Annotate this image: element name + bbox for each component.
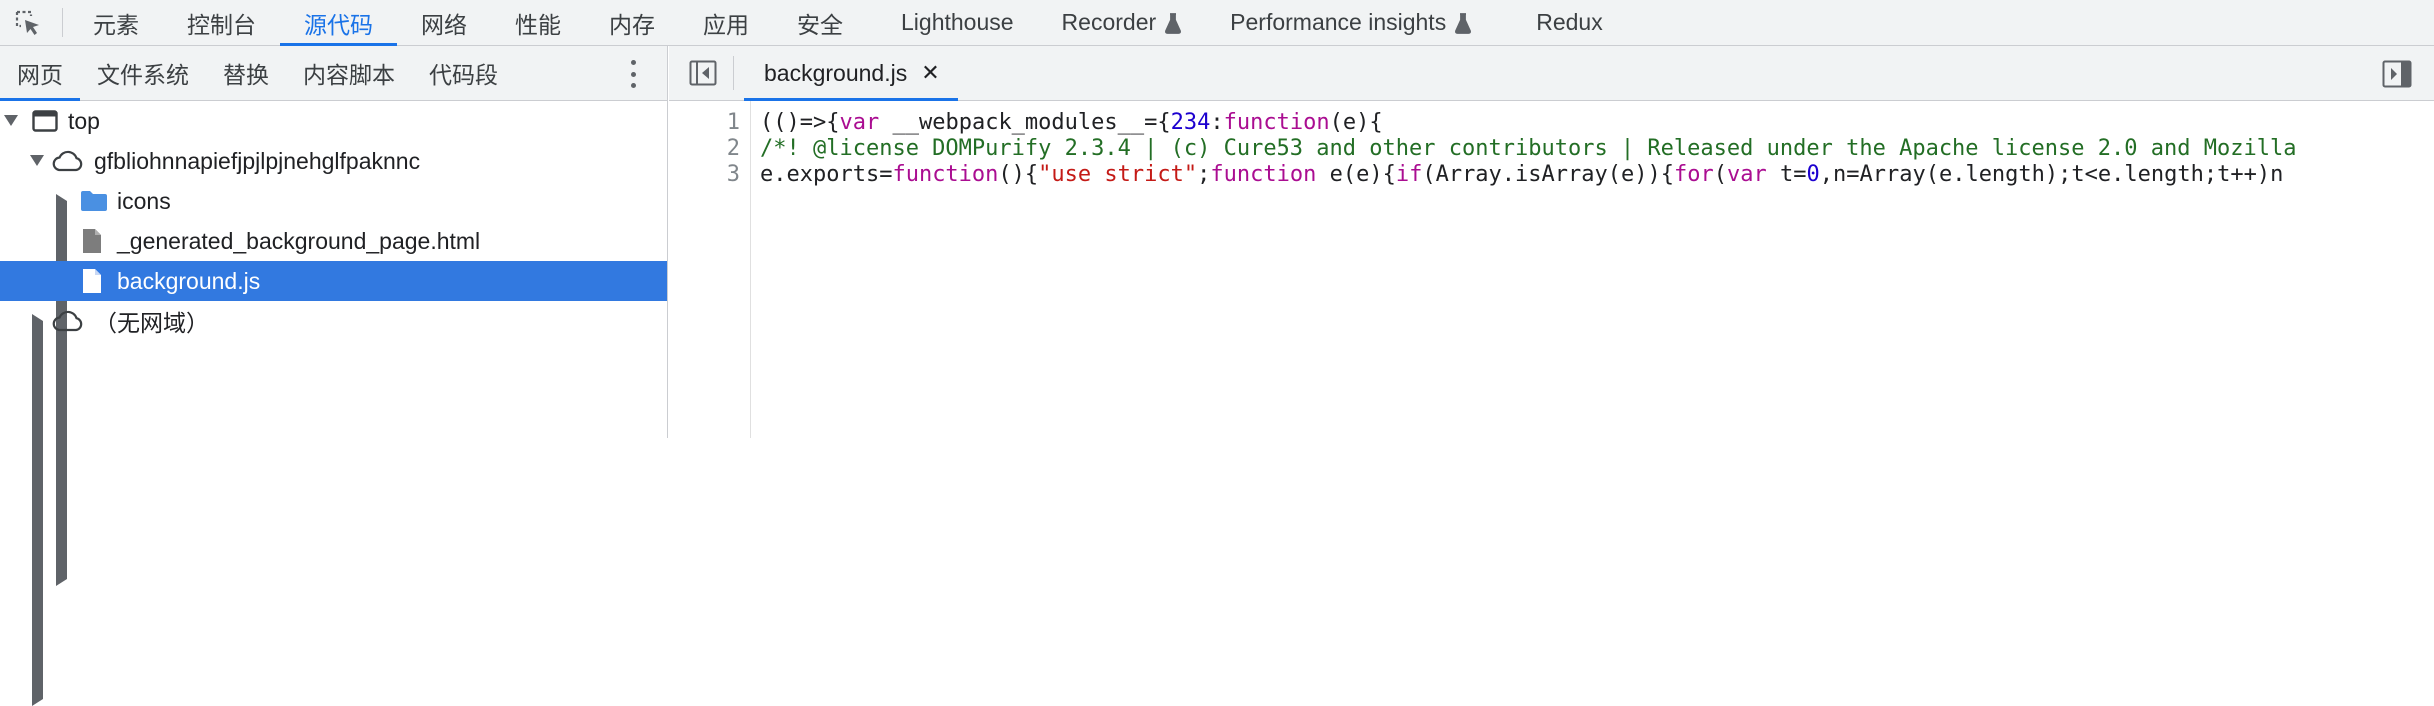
tree-item-label: gfbliohnnapiefjpjlpjnehglfpaknnc: [94, 147, 421, 174]
tree-item-label: （无网域）: [94, 310, 209, 336]
line-number[interactable]: 2: [727, 136, 740, 162]
code-line: (()=>{var __webpack_modules__={234:funct…: [760, 110, 1383, 135]
tab-application[interactable]: 应用: [679, 0, 773, 45]
editor-tabbar: background.js ✕: [669, 46, 2434, 101]
navigator-tab-page[interactable]: 网页: [0, 46, 80, 101]
folder-icon: [81, 191, 107, 211]
tree-item-label: top: [68, 107, 100, 134]
toggle-navigator-button[interactable]: [683, 46, 723, 100]
tab-memory[interactable]: 内存: [585, 0, 679, 45]
line-number-gutter: 1 2 3: [669, 101, 751, 438]
flask-icon: [1455, 12, 1472, 34]
tree-item-origin[interactable]: gfbliohnnapiefjpjlpjnehglfpaknnc: [0, 141, 667, 181]
tab-redux[interactable]: Redux: [1496, 0, 1626, 45]
code-editor[interactable]: 1 2 3 (()=>{var __webpack_modules__={234…: [669, 101, 2434, 438]
expand-arrow-icon[interactable]: [4, 115, 18, 126]
cloud-icon: [52, 150, 83, 172]
file-icon: [83, 269, 101, 293]
inspect-cursor-icon: [15, 10, 39, 35]
editor-tab-background-js[interactable]: background.js ✕: [744, 46, 958, 101]
tree-item-top[interactable]: top: [0, 101, 667, 141]
editor-tab-label: background.js: [764, 59, 908, 86]
inspect-element-button[interactable]: [0, 0, 56, 45]
tree-item-label: _generated_background_page.html: [117, 227, 481, 254]
code-line: /*! @license DOMPurify 2.3.4 | (c) Cure5…: [760, 136, 2297, 161]
navigator-tabs: 网页 文件系统 替换 内容脚本 代码段: [0, 46, 667, 101]
code-line: e.exports=function(){"use strict";functi…: [760, 162, 2284, 187]
expand-arrow-icon[interactable]: [30, 155, 44, 166]
tabbar-divider: [733, 56, 734, 90]
editor-pane: background.js ✕ 1 2 3 (()=>{var __webpac…: [669, 46, 2434, 438]
close-icon[interactable]: ✕: [921, 60, 939, 86]
line-number[interactable]: 3: [727, 162, 740, 188]
sidebar-left-icon: [689, 60, 717, 86]
tab-recorder[interactable]: Recorder: [1038, 0, 1207, 45]
file-tree: top gfbliohnnapiefjpjlpjnehglfpaknnc ico…: [0, 101, 667, 706]
tree-item-file-html[interactable]: _generated_background_page.html: [0, 221, 667, 261]
tab-sources[interactable]: 源代码: [280, 0, 397, 46]
tab-lighthouse[interactable]: Lighthouse: [877, 0, 1038, 45]
more-options-icon[interactable]: [623, 58, 643, 90]
tree-item-label: icons: [117, 187, 171, 214]
tree-item-folder-icons[interactable]: icons: [0, 181, 667, 586]
devtools-toolbar: 元素 控制台 源代码 网络 性能 内存 应用 安全 Lighthouse Rec…: [0, 0, 2434, 46]
cloud-icon: [52, 310, 83, 332]
code-content: (()=>{var __webpack_modules__={234:funct…: [760, 101, 2434, 188]
tree-item-label: background.js: [117, 267, 261, 294]
file-icon: [83, 229, 101, 253]
tab-network[interactable]: 网络: [397, 0, 491, 45]
navigator-tab-overrides[interactable]: 替换: [206, 46, 286, 100]
line-number[interactable]: 1: [727, 110, 740, 136]
navigator-tab-filesystem[interactable]: 文件系统: [80, 46, 206, 100]
tree-item-no-domain[interactable]: （无网域）: [0, 301, 667, 706]
sidebar-right-icon[interactable]: [2382, 60, 2412, 88]
tab-performance-insights[interactable]: Performance insights: [1206, 0, 1496, 45]
navigator-pane: 网页 文件系统 替换 内容脚本 代码段 top gfbliohnnapiefjp…: [0, 46, 668, 706]
navigator-tab-content-scripts[interactable]: 内容脚本: [286, 46, 412, 100]
toolbar-divider: [62, 8, 63, 37]
navigator-tab-snippets[interactable]: 代码段: [412, 46, 515, 100]
tree-item-file-js[interactable]: background.js: [0, 261, 667, 301]
frame-icon: [32, 110, 58, 132]
flask-icon: [1165, 12, 1182, 34]
tab-security[interactable]: 安全: [773, 0, 877, 45]
tab-performance[interactable]: 性能: [491, 0, 585, 45]
tab-console[interactable]: 控制台: [163, 0, 280, 45]
tab-elements[interactable]: 元素: [69, 0, 163, 45]
